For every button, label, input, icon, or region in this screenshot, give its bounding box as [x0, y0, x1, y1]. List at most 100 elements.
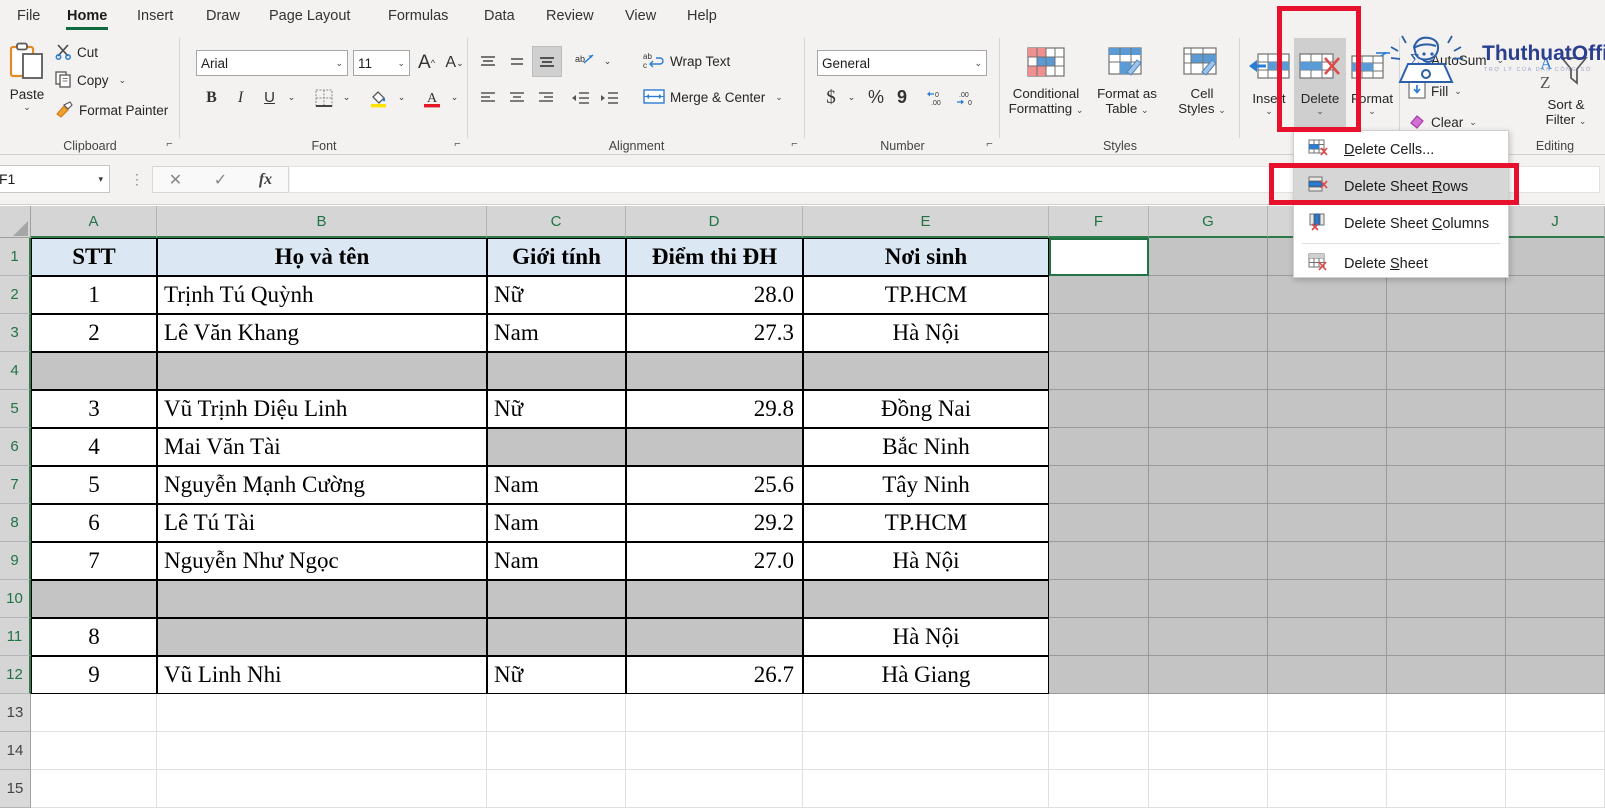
- cell-G15[interactable]: [1149, 770, 1268, 808]
- cell-D5[interactable]: 29.8: [626, 390, 803, 428]
- cell-B9[interactable]: Nguyễn Như Ngọc: [157, 542, 487, 580]
- cell-A5[interactable]: 3: [31, 390, 157, 428]
- cell-D7[interactable]: 25.6: [626, 466, 803, 504]
- cell-B14[interactable]: [157, 732, 487, 770]
- cell-F10[interactable]: [1049, 580, 1149, 618]
- cell-H13[interactable]: [1268, 694, 1387, 732]
- cell-E9[interactable]: Hà Nội: [803, 542, 1049, 580]
- cell-A12[interactable]: 9: [31, 656, 157, 694]
- chevron-down-icon[interactable]: ⌄: [843, 84, 860, 111]
- cell-A7[interactable]: 5: [31, 466, 157, 504]
- cell-C2[interactable]: Nữ: [487, 276, 626, 314]
- cell-F5[interactable]: [1049, 390, 1149, 428]
- cell-D11[interactable]: [626, 618, 803, 656]
- cell-C8[interactable]: Nam: [487, 504, 626, 542]
- chevron-down-icon[interactable]: ⌄: [1454, 86, 1462, 97]
- cell-J9[interactable]: [1506, 542, 1605, 580]
- cell-A14[interactable]: [31, 732, 157, 770]
- cell-C12[interactable]: Nữ: [487, 656, 626, 694]
- cell-B8[interactable]: Lê Tú Tài: [157, 504, 487, 542]
- cell-F9[interactable]: [1049, 542, 1149, 580]
- number-format-combo[interactable]: General ⌄: [817, 50, 987, 76]
- cell-F8[interactable]: [1049, 504, 1149, 542]
- cell-J5[interactable]: [1506, 390, 1605, 428]
- wrap-text-button[interactable]: ab c Wrap Text: [640, 49, 733, 74]
- cell-F14[interactable]: [1049, 732, 1149, 770]
- row-header-10[interactable]: 10: [0, 580, 31, 618]
- enter-icon[interactable]: ✓: [198, 167, 243, 192]
- increase-decimal-button[interactable]: 0.00: [923, 84, 951, 111]
- number-dialog-launcher[interactable]: ⌐: [983, 138, 996, 151]
- font-color-button[interactable]: A: [418, 84, 446, 111]
- cell-D9[interactable]: 27.0: [626, 542, 803, 580]
- cell-F15[interactable]: [1049, 770, 1149, 808]
- name-box[interactable]: F1 ▾: [0, 165, 110, 193]
- underline-button[interactable]: U: [256, 84, 283, 111]
- cell-H8[interactable]: [1268, 504, 1387, 542]
- cell-H15[interactable]: [1268, 770, 1387, 808]
- column-header-B[interactable]: B: [157, 206, 487, 238]
- table-header-B[interactable]: Họ và tên: [157, 238, 487, 276]
- font-family-combo[interactable]: Arial ⌄: [196, 50, 348, 76]
- cell-J13[interactable]: [1506, 694, 1605, 732]
- chevron-down-icon[interactable]: ⌄: [1265, 106, 1273, 117]
- cell-B15[interactable]: [157, 770, 487, 808]
- alignment-dialog-launcher[interactable]: ⌐: [788, 138, 801, 151]
- decrease-indent-button[interactable]: [566, 84, 594, 111]
- format-as-table-button[interactable]: Format as Table ⌄: [1086, 38, 1168, 138]
- cell-H4[interactable]: [1268, 352, 1387, 390]
- cell-E12[interactable]: Hà Giang: [803, 656, 1049, 694]
- chevron-down-icon[interactable]: ⌄: [283, 84, 300, 111]
- cell-B7[interactable]: Nguyễn Mạnh Cường: [157, 466, 487, 504]
- chevron-down-icon[interactable]: ⌄: [393, 84, 410, 111]
- row-header-1[interactable]: 1: [0, 238, 31, 276]
- decrease-decimal-button[interactable]: .00 0: [952, 84, 980, 111]
- cell-A9[interactable]: 7: [31, 542, 157, 580]
- increase-font-size-icon[interactable]: A ^: [413, 50, 440, 76]
- cell-I4[interactable]: [1387, 352, 1506, 390]
- cell-C14[interactable]: [487, 732, 626, 770]
- cell-styles-button[interactable]: Cell Styles ⌄: [1161, 38, 1243, 138]
- fill-button[interactable]: Fill ⌄: [1405, 79, 1465, 104]
- cell-J7[interactable]: [1506, 466, 1605, 504]
- cell-H11[interactable]: [1268, 618, 1387, 656]
- row-header-8[interactable]: 8: [0, 504, 31, 542]
- tab-formulas[interactable]: Formulas: [379, 0, 457, 32]
- cell-I11[interactable]: [1387, 618, 1506, 656]
- chevron-down-icon[interactable]: ⌄: [974, 58, 982, 69]
- cell-I7[interactable]: [1387, 466, 1506, 504]
- cell-J15[interactable]: [1506, 770, 1605, 808]
- cell-I15[interactable]: [1387, 770, 1506, 808]
- format-cells-button[interactable]: Format ⌄: [1346, 38, 1398, 138]
- cell-G1[interactable]: [1149, 238, 1268, 276]
- clipboard-dialog-launcher[interactable]: ⌐: [163, 138, 176, 151]
- chevron-down-icon[interactable]: ⌄: [23, 102, 31, 113]
- cell-A3[interactable]: 2: [31, 314, 157, 352]
- cell-E7[interactable]: Tây Ninh: [803, 466, 1049, 504]
- row-header-13[interactable]: 13: [0, 694, 31, 732]
- cell-C13[interactable]: [487, 694, 626, 732]
- tab-file[interactable]: File: [8, 0, 49, 32]
- tab-draw[interactable]: Draw: [197, 0, 249, 32]
- cell-G5[interactable]: [1149, 390, 1268, 428]
- row-header-2[interactable]: 2: [0, 276, 31, 314]
- cell-A11[interactable]: 8: [31, 618, 157, 656]
- cell-E14[interactable]: [803, 732, 1049, 770]
- cell-G6[interactable]: [1149, 428, 1268, 466]
- borders-button[interactable]: [310, 84, 338, 111]
- cell-J11[interactable]: [1506, 618, 1605, 656]
- cell-I14[interactable]: [1387, 732, 1506, 770]
- chevron-down-icon[interactable]: ⌄: [446, 84, 463, 111]
- column-header-F[interactable]: F: [1049, 206, 1149, 238]
- cell-D14[interactable]: [626, 732, 803, 770]
- cell-C10[interactable]: [487, 580, 626, 618]
- tab-home[interactable]: Home: [58, 0, 116, 32]
- conditional-formatting-button[interactable]: Conditional Formatting ⌄: [1005, 38, 1087, 138]
- active-cell-F1[interactable]: [1049, 238, 1149, 276]
- cell-A4[interactable]: [31, 352, 157, 390]
- cell-C4[interactable]: [487, 352, 626, 390]
- cell-C15[interactable]: [487, 770, 626, 808]
- currency-button[interactable]: $: [819, 84, 843, 111]
- menu-item-delete-sheet-columns[interactable]: Delete Sheet Columns: [1294, 205, 1508, 242]
- autosum-button[interactable]: Σ AutoSum ⌄: [1405, 48, 1507, 73]
